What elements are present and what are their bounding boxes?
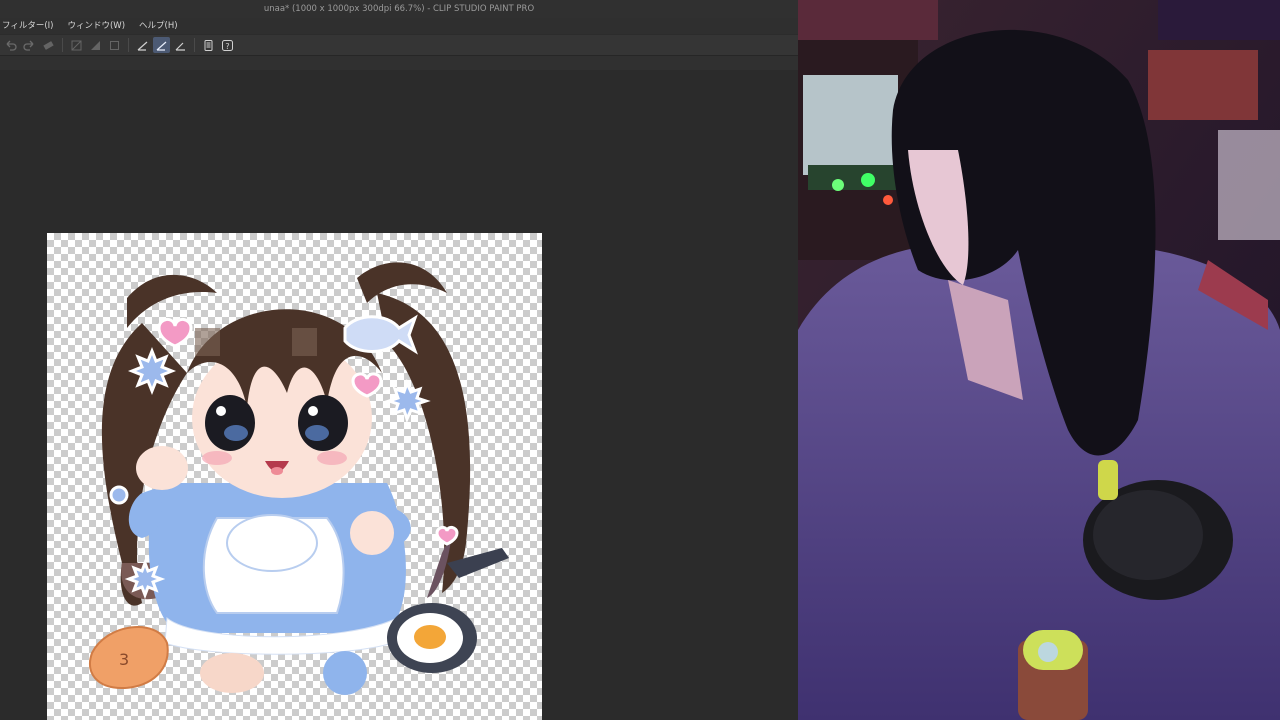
menu-window[interactable]: ウィンドウ(W) [67,18,125,34]
chibi-illustration: 3 [89,262,509,695]
toolbar-divider [128,38,129,52]
webcam-overlay [798,0,1280,720]
ruler-snap-icon[interactable] [134,37,151,53]
menu-filter[interactable]: フィルター(I) [2,18,53,34]
toolbar-divider [62,38,63,52]
webcam-feed [798,0,1280,720]
drawing-canvas[interactable]: 3 [47,233,542,720]
clip-studio-window: unaa* (1000 x 1000px 300dpi 66.7%) - CLI… [0,0,798,720]
tablet-icon[interactable] [200,37,217,53]
snap-icon[interactable] [106,37,123,53]
eraser-icon[interactable] [40,37,57,53]
help-icon[interactable]: ? [219,37,236,53]
grid-snap-icon[interactable] [172,37,189,53]
fill-icon[interactable] [68,37,85,53]
redo-icon[interactable] [21,37,38,53]
toolbar-divider [194,38,195,52]
tool-property-bar [0,56,798,70]
special-ruler-snap-icon[interactable] [153,37,170,53]
menu-bar: フィルター(I) ウィンドウ(W) ヘルプ(H) [0,18,798,34]
svg-text:?: ? [225,42,229,51]
window-title: unaa* (1000 x 1000px 300dpi 66.7%) - CLI… [0,0,798,18]
transform-icon[interactable] [87,37,104,53]
command-bar: ? [0,35,798,56]
undo-icon[interactable] [2,37,19,53]
taiyaki-doodle: 3 [119,650,129,669]
menu-help[interactable]: ヘルプ(H) [139,18,178,34]
